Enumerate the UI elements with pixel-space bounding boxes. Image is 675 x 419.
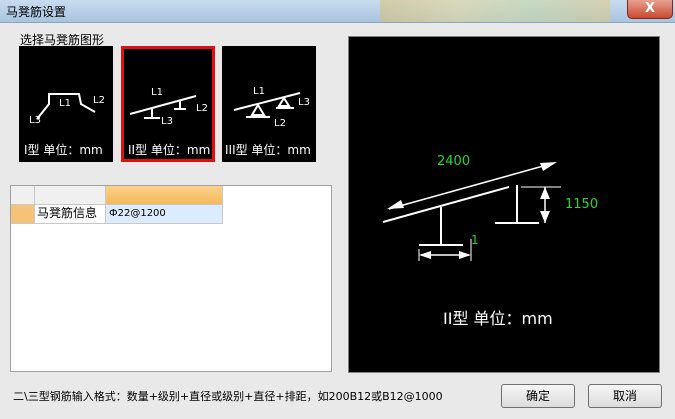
length-arrow-left: [387, 200, 404, 209]
ok-button[interactable]: 确定: [501, 384, 575, 408]
grid-corner: [11, 186, 35, 205]
thumb1-label-l1: L1: [59, 98, 71, 109]
thumb2-label-l1: L1: [151, 87, 163, 98]
rebar-info-input[interactable]: Ф22@1200: [106, 205, 223, 224]
shape-option-type-2[interactable]: L1 L2 L3 II型 单位：mm: [121, 46, 215, 162]
thumb1-label-l3: L3: [29, 115, 41, 126]
thumb2-caption: II型 单位：mm: [128, 142, 210, 157]
thumb3-caption: III型 单位：mm: [225, 142, 311, 157]
input-format-hint: 二\三型钢筋输入格式：数量+级别+直径或级别+直径+排距，如200B12或B12…: [13, 390, 443, 403]
grid-header-name: [35, 186, 106, 205]
thumb1-label-l2: L2: [93, 95, 105, 106]
cancel-button[interactable]: 取消: [588, 384, 662, 408]
grid-header-value: [106, 186, 223, 205]
foot-arrow-left: [419, 251, 431, 259]
length-dimension-label: 2400: [437, 154, 470, 169]
title-bar: 马凳筋设置: [0, 0, 675, 23]
property-grid: 马凳筋信息 Ф22@1200: [10, 185, 332, 372]
shape-option-type-3[interactable]: L1 L3 L2 III型 单位：mm: [222, 46, 316, 162]
thumb2-label-l2: L2: [196, 103, 208, 114]
length-dimension-line: [388, 162, 555, 210]
grid-row-selector[interactable]: [11, 205, 35, 224]
thumb1-caption: I型 单位：mm: [24, 142, 103, 157]
foot-arrow-right: [459, 251, 471, 259]
shape-option-type-1[interactable]: L1 L2 L3 I型 单位：mm: [19, 46, 113, 162]
height-dimension-label: 1150: [565, 197, 598, 212]
thumb2-label-l3: L3: [161, 116, 173, 127]
thumb3-label-l3: L3: [298, 97, 310, 108]
length-arrow-right: [540, 162, 557, 171]
dialog-window: 马凳筋设置 X 选择马凳筋图形 L1 L2 L3 I型 单位：mm L1 L2 …: [0, 0, 675, 419]
close-button[interactable]: X: [627, 0, 673, 19]
thumb3-label-l2: L2: [274, 118, 286, 129]
background-strip: [380, 0, 610, 22]
height-arrow-top: [540, 187, 550, 199]
preview-panel: 2400 1150 1 II型 单位：mm: [348, 36, 660, 373]
preview-caption: II型 单位：mm: [443, 309, 553, 328]
thumb3-label-l1: L1: [253, 86, 265, 97]
window-title: 马凳筋设置: [6, 5, 67, 19]
foot-dimension-label: 1: [471, 233, 479, 247]
grid-row-label: 马凳筋信息: [35, 205, 106, 224]
height-arrow-bottom: [540, 211, 550, 223]
